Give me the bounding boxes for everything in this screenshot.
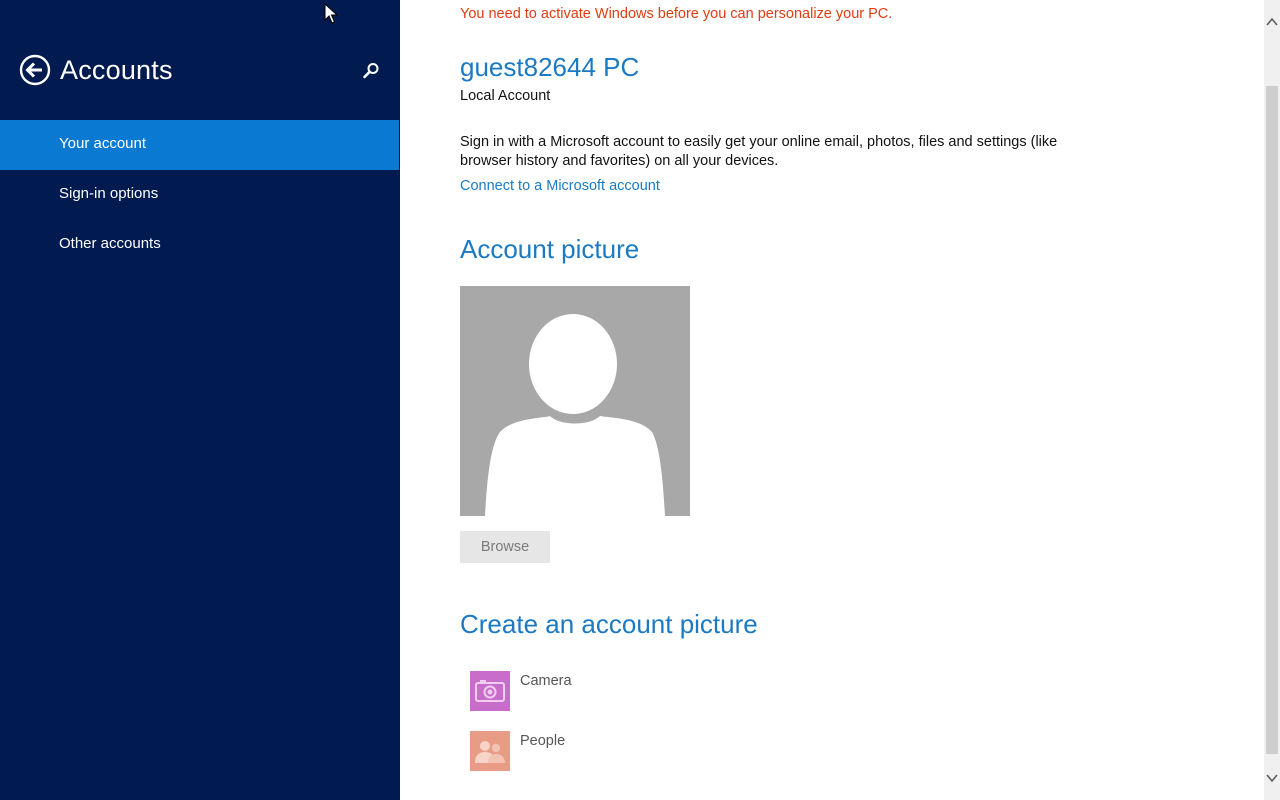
account-picture: [460, 286, 690, 516]
scroll-thumb[interactable]: [1266, 86, 1278, 754]
create-item-label: Camera: [520, 673, 572, 689]
user-silhouette-icon: [485, 310, 665, 516]
create-account-picture-title: Create an account picture: [460, 609, 758, 639]
chevron-down-icon: [1266, 774, 1278, 783]
search-button[interactable]: [360, 60, 382, 82]
sidebar-item-your-account[interactable]: Your account: [0, 120, 399, 170]
sidebar: Accounts Your account Sign-in options Ot…: [0, 0, 400, 800]
browse-button[interactable]: Browse: [460, 531, 550, 563]
camera-icon: [475, 680, 505, 702]
pc-name: guest82644 PC: [460, 52, 640, 82]
chevron-up-icon: [1266, 17, 1278, 26]
sidebar-item-label: Other accounts: [59, 235, 161, 252]
sidebar-item-other-accounts[interactable]: Other accounts: [0, 220, 400, 270]
search-icon: [363, 63, 379, 79]
back-button[interactable]: [19, 54, 51, 86]
create-item-people[interactable]: People: [470, 731, 870, 771]
create-item-camera[interactable]: Camera: [470, 671, 870, 711]
sidebar-item-label: Sign-in options: [59, 185, 159, 202]
sidebar-nav: Your account Sign-in options Other accou…: [0, 120, 400, 270]
create-item-label: People: [520, 733, 566, 749]
connect-microsoft-account-link[interactable]: Connect to a Microsoft account: [460, 178, 660, 194]
account-picture-title: Account picture: [460, 234, 640, 264]
account-type: Local Account: [460, 88, 551, 104]
people-tile: [470, 731, 510, 771]
scroll-up-button[interactable]: [1264, 14, 1280, 30]
people-icon: [475, 741, 505, 763]
settings-window: Accounts Your account Sign-in options Ot…: [0, 0, 1280, 800]
sidebar-header: Accounts: [0, 40, 400, 100]
activation-warning: You need to activate Windows before you …: [460, 6, 893, 22]
signin-description: Sign in with a Microsoft account to easi…: [460, 134, 1058, 169]
sidebar-item-label: Your account: [59, 135, 147, 152]
sidebar-title: Accounts: [60, 55, 173, 85]
scroll-down-button[interactable]: [1264, 770, 1280, 786]
vertical-scrollbar[interactable]: [1264, 0, 1280, 800]
main-content: You need to activate Windows before you …: [400, 0, 1264, 800]
sidebar-item-sign-in-options[interactable]: Sign-in options: [0, 170, 400, 220]
back-arrow-circle-icon: [19, 54, 51, 86]
camera-tile: [470, 671, 510, 711]
